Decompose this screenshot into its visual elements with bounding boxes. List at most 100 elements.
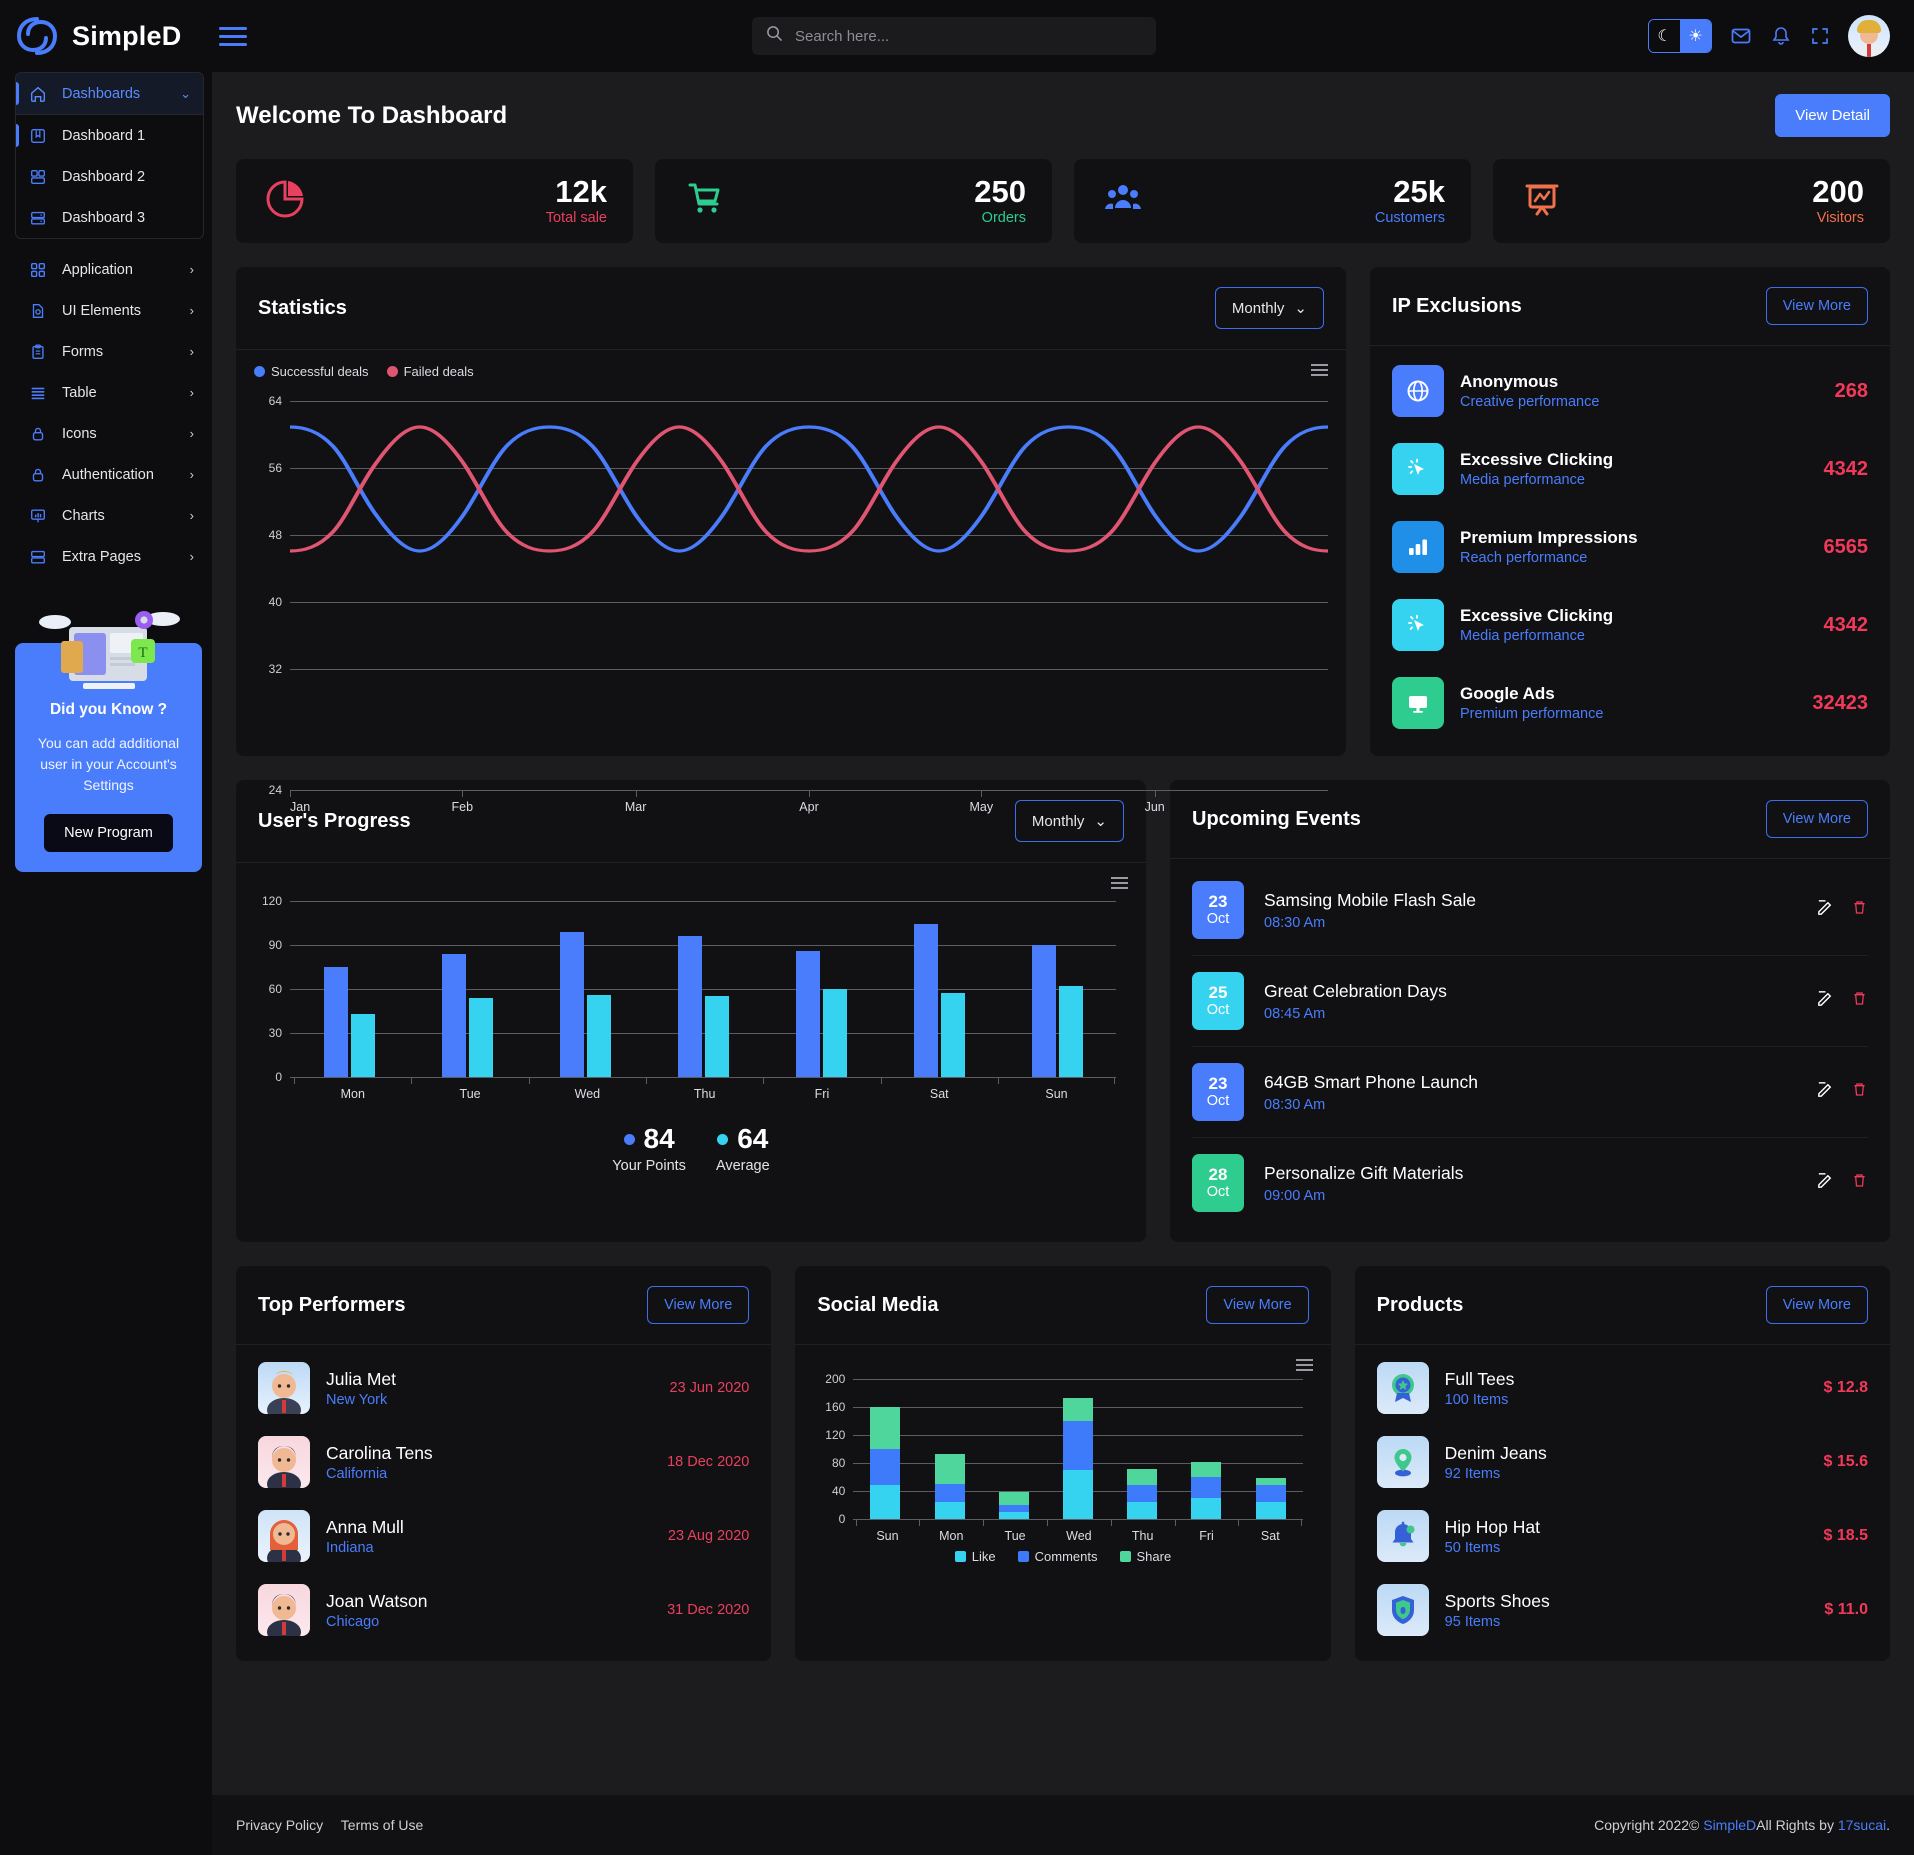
presentation-chart-icon (28, 507, 48, 525)
event-date-badge: 23 Oct (1192, 881, 1244, 939)
social-media-title: Social Media (817, 1293, 939, 1316)
list-item[interactable]: 23 Oct 64GB Smart Phone Launch 08:30 Am (1192, 1047, 1868, 1138)
top-performers-list: Julia Met New York 23 Jun 2020 Carolina T… (236, 1345, 771, 1661)
products-view-more-button[interactable]: View More (1765, 1286, 1868, 1324)
legend-label: Like (971, 1549, 996, 1564)
ip-exclusions-view-more-button[interactable]: View More (1765, 287, 1868, 325)
sidebar-item-dashboard-2[interactable]: Dashboard 2 (16, 156, 203, 197)
list-item[interactable]: Hip Hop Hat 50 Items $ 18.5 (1376, 1499, 1868, 1573)
moon-icon[interactable]: ☾ (1649, 20, 1680, 52)
globe-icon (1392, 365, 1444, 417)
brand-name: SimpleD (72, 20, 182, 51)
sidebar-item-application[interactable]: Application › (16, 249, 206, 290)
x-tick-label: Sat (1260, 1529, 1280, 1543)
chart-menu-icon[interactable] (1311, 364, 1328, 376)
sidebar-item-authentication[interactable]: Authentication › (16, 454, 206, 495)
statistics-header: Statistics Monthly ⌄ (236, 267, 1346, 350)
list-item[interactable]: Excessive Clicking Media performance 4342 (1392, 586, 1868, 664)
stat-card-customers[interactable]: 25k Customers (1074, 159, 1471, 243)
list-item[interactable]: Full Tees 100 Items $ 12.8 (1376, 1351, 1868, 1425)
list-item[interactable]: Joan Watson Chicago 31 Dec 2020 (258, 1573, 749, 1647)
list-item[interactable]: Sports Shoes 95 Items $ 11.0 (1376, 1573, 1868, 1647)
sidebar-item-label: Dashboard 1 (62, 127, 146, 144)
summary-value: 84 (643, 1123, 675, 1154)
sidebar-item-dashboards[interactable]: Dashboards ⌄ (16, 73, 203, 114)
sidebar-item-charts[interactable]: Charts › (16, 495, 206, 536)
list-item[interactable]: 25 Oct Great Celebration Days 08:45 Am (1192, 956, 1868, 1047)
sidebar-main-items: Application › UI Elements › Forms › Tabl… (10, 249, 212, 577)
statistics-title: Statistics (258, 296, 347, 319)
terms-of-use-link[interactable]: Terms of Use (341, 1817, 423, 1833)
edit-icon[interactable] (1816, 1171, 1835, 1195)
theme-toggle[interactable]: ☾ ☀ (1648, 19, 1712, 53)
list-item[interactable]: Excessive Clicking Media performance 4342 (1392, 430, 1868, 508)
list-item[interactable]: 28 Oct Personalize Gift Materials 09:00 A… (1192, 1138, 1868, 1228)
footer-brand-link[interactable]: SimpleD (1703, 1817, 1756, 1833)
stat-card-orders[interactable]: 250 Orders (655, 159, 1052, 243)
stat-card-total-sale[interactable]: 12k Total sale (236, 159, 633, 243)
sidebar-item-label: Dashboard 3 (62, 209, 146, 226)
fullscreen-icon[interactable] (1810, 26, 1830, 46)
legend-item-failed: Failed deals (386, 364, 474, 379)
users-progress-summary: 84 Your Points 64 Average (254, 1117, 1128, 1194)
products-card: Products View More Full Tees 100 Items $ … (1354, 1266, 1890, 1661)
list-item[interactable]: Premium Impressions Reach performance 656… (1392, 508, 1868, 586)
sidebar-item-dashboard-3[interactable]: Dashboard 3 (16, 197, 203, 238)
edit-icon[interactable] (1816, 989, 1835, 1013)
envelope-icon[interactable] (1730, 25, 1752, 47)
footer-credit-link[interactable]: 17sucai (1838, 1817, 1886, 1833)
sun-icon[interactable]: ☀ (1680, 20, 1711, 52)
promo-text: You can add additional user in your Acco… (37, 735, 180, 793)
statistics-period-select[interactable]: Monthly ⌄ (1214, 287, 1324, 329)
list-item[interactable]: 23 Oct Samsing Mobile Flash Sale 08:30 Am (1192, 865, 1868, 956)
statistics-card: Statistics Monthly ⌄ Successful deals Fa… (236, 267, 1346, 814)
upcoming-events-view-more-button[interactable]: View More (1765, 800, 1868, 838)
products-list: Full Tees 100 Items $ 12.8 Denim Jeans 92 … (1355, 1345, 1890, 1661)
sidebar-item-table[interactable]: Table › (16, 372, 206, 413)
list-item[interactable]: Julia Met New York 23 Jun 2020 (258, 1351, 749, 1425)
trash-icon[interactable] (1851, 899, 1868, 921)
list-item[interactable]: Google Ads Premium performance 32423 (1392, 664, 1868, 742)
sidebar-item-icons[interactable]: Icons › (16, 413, 206, 454)
chart-menu-icon[interactable] (1111, 877, 1128, 889)
x-tick-label: Jun (1144, 799, 1165, 814)
y-tick-label: 90 (268, 938, 282, 952)
sidebar-item-dashboard-1[interactable]: Dashboard 1 (16, 115, 203, 156)
trash-icon[interactable] (1851, 990, 1868, 1012)
sidebar-item-forms[interactable]: Forms › (16, 331, 206, 372)
server-icon (28, 548, 48, 566)
edit-icon[interactable] (1816, 1080, 1835, 1104)
copyright-mid: All Rights by (1756, 1817, 1838, 1833)
social-media-view-more-button[interactable]: View More (1206, 1286, 1309, 1324)
legend-label: Successful deals (271, 364, 369, 379)
trash-icon[interactable] (1851, 1172, 1868, 1194)
grid-icon (28, 261, 48, 279)
sidebar-item-extra-pages[interactable]: Extra Pages › (16, 536, 206, 577)
stat-label: Visitors (1816, 210, 1864, 227)
trash-icon[interactable] (1851, 1081, 1868, 1103)
list-item[interactable]: Denim Jeans 92 Items $ 15.6 (1376, 1425, 1868, 1499)
search-box[interactable] (752, 17, 1156, 55)
avatar (258, 1584, 310, 1636)
bell-icon[interactable] (1770, 25, 1792, 47)
sidebar-item-ui-elements[interactable]: UI Elements › (16, 290, 206, 331)
list-item[interactable]: Carolina Tens California 18 Dec 2020 (258, 1425, 749, 1499)
user-avatar[interactable] (1848, 15, 1890, 57)
view-detail-button[interactable]: View Detail (1775, 94, 1890, 137)
product-price: $ 18.5 (1823, 1527, 1868, 1544)
privacy-policy-link[interactable]: Privacy Policy (236, 1817, 323, 1833)
edit-icon[interactable] (1816, 898, 1835, 922)
x-tick-label: Apr (799, 799, 819, 814)
hamburger-menu-icon[interactable] (219, 26, 248, 46)
chevron-right-icon: › (189, 344, 194, 359)
chart-menu-icon[interactable] (1295, 1359, 1313, 1371)
search-input[interactable] (795, 27, 1142, 45)
stat-card-visitors[interactable]: 200 Visitors (1493, 159, 1890, 243)
x-tick-label: Tue (1004, 1529, 1026, 1543)
new-program-button[interactable]: New Program (44, 814, 173, 852)
list-item[interactable]: Anna Mull Indiana 23 Aug 2020 (258, 1499, 749, 1573)
top-performers-view-more-button[interactable]: View More (647, 1286, 750, 1324)
list-item[interactable]: Anonymous Creative performance 268 (1392, 352, 1868, 430)
users-progress-period-select[interactable]: Monthly ⌄ (1014, 800, 1124, 842)
legend-item-like: Like (954, 1549, 996, 1564)
